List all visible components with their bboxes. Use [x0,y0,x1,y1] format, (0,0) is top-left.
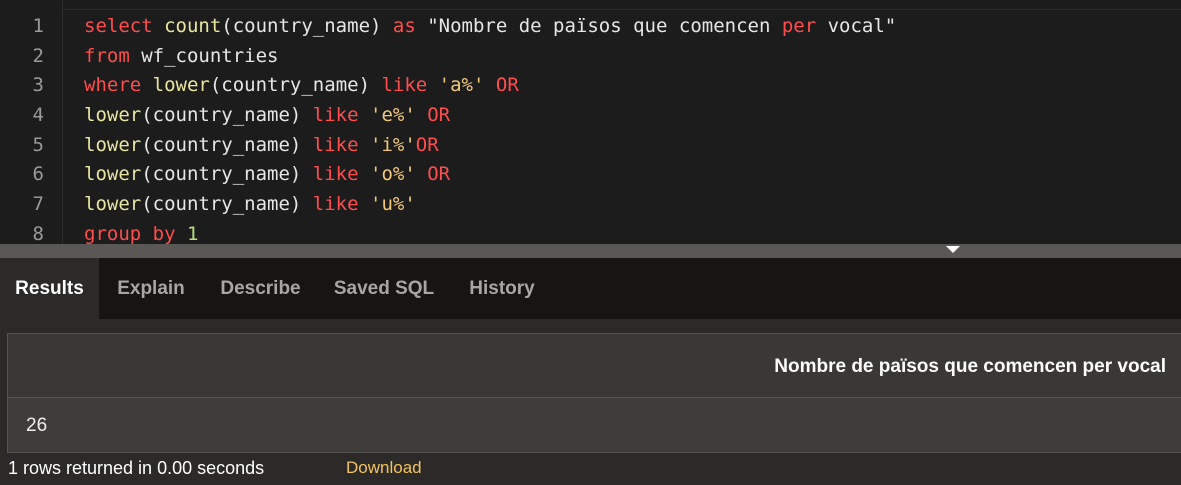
code-token: (country_name) [141,193,313,215]
line-number: 5 [32,134,44,156]
code-line[interactable]: 4 lower(country_name) like 'e%' OR [0,100,1181,130]
code-token: OR [495,74,519,96]
code-token: (country_name) [141,134,313,156]
code-token: lower [84,193,142,215]
code-token: 'e%' [370,104,416,126]
line-number: 4 [32,104,44,126]
code-token: like [312,104,359,126]
code-token: group [84,223,142,244]
code-token: per [781,15,817,37]
code-line[interactable]: 8 group by 1 [0,219,1181,244]
code-line[interactable]: 5 lower(country_name) like 'i%'OR [0,130,1181,160]
sql-editor[interactable]: 1 select count(country_name) as "Nombre d… [0,0,1181,244]
code-token: (country_name) [141,104,313,126]
code-text[interactable]: lower(country_name) like 'u%' [84,189,416,219]
code-token: lower [152,74,210,96]
code-token: (country_name) [209,74,382,96]
table-row: 26 [8,398,1181,452]
code-text[interactable]: from wf_countries [84,41,278,71]
code-token: OR [415,134,439,156]
code-token: vocal" [816,15,897,37]
line-number: 1 [32,15,44,37]
code-token: lower [84,163,142,185]
code-text[interactable]: lower(country_name) like 'e%' OR [84,100,450,130]
line-number: 6 [32,163,44,185]
tab-history[interactable]: History [450,258,554,319]
code-token: OR [427,163,451,185]
panel-splitter[interactable] [0,244,1181,258]
code-token: like [312,163,359,185]
results-grid: Nombre de països que comencen per vocal … [7,333,1181,453]
code-line[interactable]: 2 from wf_countries [0,41,1181,71]
editor-divider [62,9,1181,10]
code-token: select [84,15,153,37]
results-panel: Nombre de països que comencen per vocal … [0,319,1181,485]
code-token: 'u%' [370,193,416,215]
line-number: 2 [32,45,44,67]
line-number: 7 [32,193,44,215]
tab-results[interactable]: Results [0,258,99,319]
line-number: 8 [32,223,44,244]
code-token: 'i%' [370,134,416,156]
code-line[interactable]: 7 lower(country_name) like 'u%' [0,189,1181,219]
code-text[interactable]: group by 1 [84,219,198,244]
code-token: (country_name) [141,163,313,185]
code-token: count [164,15,222,37]
code-token: from [84,45,130,67]
code-token: 'o%' [370,163,416,185]
code-token: (country_name) [221,15,393,37]
table-cell: 26 [26,415,48,436]
code-token: lower [84,104,142,126]
code-text[interactable]: lower(country_name) like 'i%'OR [84,130,439,160]
code-text[interactable]: select count(country_name) as "Nombre de… [84,11,896,41]
code-token: lower [84,134,142,156]
code-line[interactable]: 6 lower(country_name) like 'o%' OR [0,159,1181,189]
code-token: 1 [187,223,199,244]
line-number: 3 [32,74,44,96]
code-token: by [152,223,176,244]
code-token: where [84,74,142,96]
code-token: "Nombre de països que comencen [415,15,782,37]
code-line[interactable]: 3 where lower(country_name) like 'a%' OR [0,70,1181,100]
tab-saved-sql[interactable]: Saved SQL [318,258,450,319]
code-token: wf_countries [129,45,279,67]
results-tab-bar: Results Explain Describe Saved SQL Histo… [0,258,1181,319]
grid-header: Nombre de països que comencen per vocal [8,334,1181,398]
rows-status-text: 1 rows returned in 0.00 seconds [8,458,265,478]
column-header[interactable]: Nombre de països que comencen per vocal [774,334,1166,397]
code-text[interactable]: where lower(country_name) like 'a%' OR [84,70,519,100]
download-link[interactable]: Download [346,454,422,482]
tab-describe[interactable]: Describe [203,258,318,319]
tab-explain[interactable]: Explain [99,258,203,319]
code-token: OR [427,104,451,126]
code-token: like [312,193,359,215]
code-token: like [312,134,359,156]
collapse-arrow-icon[interactable] [946,246,960,253]
code-line[interactable]: 1 select count(country_name) as "Nombre d… [0,11,1181,41]
code-token: as [392,15,416,37]
code-token: 'a%' [438,74,485,96]
code-token: like [381,74,428,96]
code-text[interactable]: lower(country_name) like 'o%' OR [84,159,450,189]
